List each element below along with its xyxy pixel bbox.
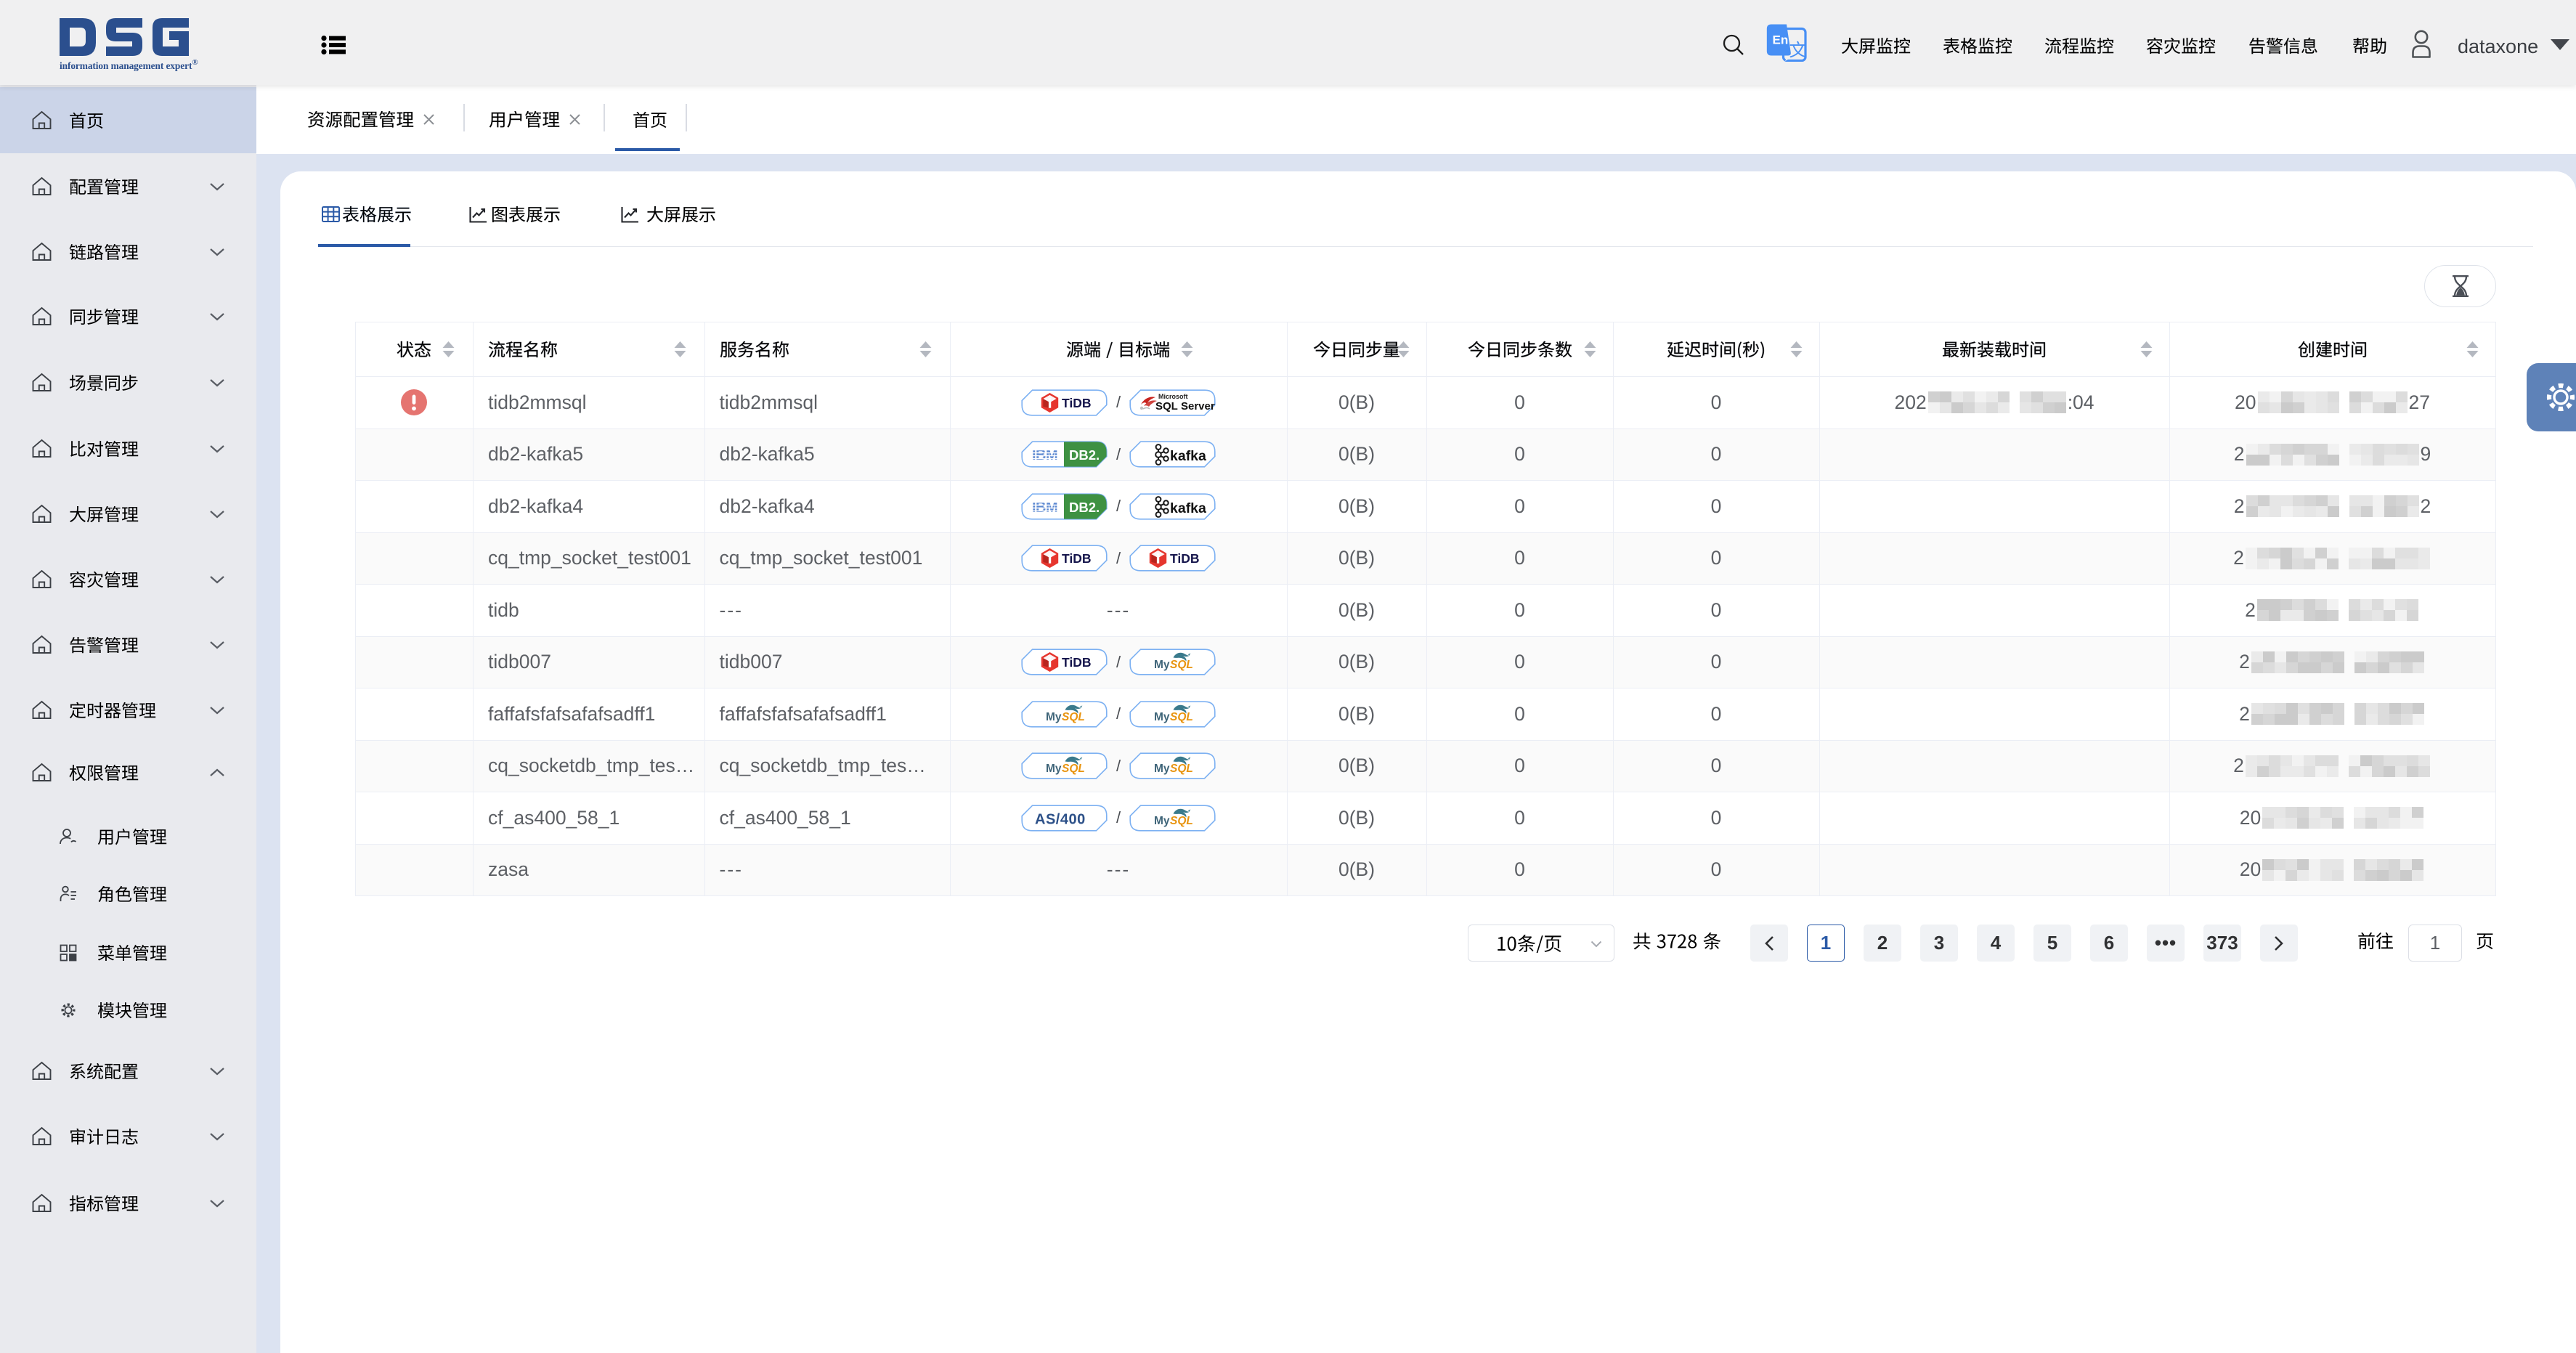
svg-text:AS/400: AS/400 bbox=[1035, 811, 1086, 827]
svg-text:kafka: kafka bbox=[1170, 500, 1206, 516]
svg-text:TiDB: TiDB bbox=[1062, 655, 1092, 670]
svg-text:My: My bbox=[1154, 763, 1170, 775]
svg-text:SQL: SQL bbox=[1170, 763, 1193, 775]
svg-text:Microsoft: Microsoft bbox=[1158, 393, 1188, 400]
svg-text:En: En bbox=[1773, 33, 1789, 47]
svg-text:SQL: SQL bbox=[1170, 815, 1193, 827]
svg-text:My: My bbox=[1154, 659, 1170, 671]
svg-text:TiDB: TiDB bbox=[1062, 551, 1092, 566]
svg-text:My: My bbox=[1046, 763, 1062, 775]
svg-text:SQL: SQL bbox=[1062, 711, 1085, 723]
svg-text:SQL: SQL bbox=[1170, 659, 1193, 671]
svg-text:DB2.: DB2. bbox=[1069, 500, 1100, 515]
svg-text:SQL: SQL bbox=[1062, 763, 1085, 775]
svg-text:kafka: kafka bbox=[1170, 448, 1206, 464]
svg-text:TiDB: TiDB bbox=[1062, 396, 1092, 410]
svg-text:My: My bbox=[1046, 711, 1062, 723]
svg-text:SQL Server: SQL Server bbox=[1155, 400, 1215, 413]
svg-text:My: My bbox=[1154, 711, 1170, 723]
svg-text:SQL: SQL bbox=[1170, 711, 1193, 723]
svg-text:DB2.: DB2. bbox=[1069, 447, 1100, 463]
svg-text:TiDB: TiDB bbox=[1170, 551, 1200, 566]
svg-text:My: My bbox=[1154, 815, 1170, 827]
